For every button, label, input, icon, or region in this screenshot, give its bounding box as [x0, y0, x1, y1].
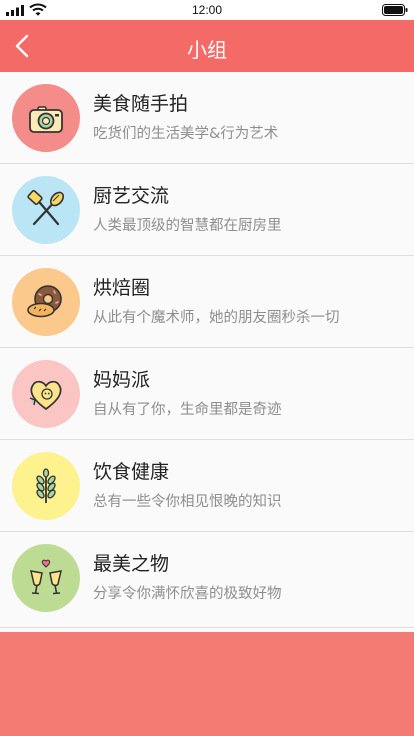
wheat-icon — [36, 468, 56, 503]
cheers-glasses-icon — [30, 559, 62, 595]
group-name: 美食随手拍 — [93, 93, 189, 115]
group-name: 最美之物 — [93, 553, 170, 575]
nav-bar: 小组 — [0, 20, 414, 72]
avatar — [12, 176, 80, 244]
group-description: 吃货们的生活美学&行为艺术 — [93, 126, 279, 142]
avatar — [12, 452, 80, 520]
group-description: 分享令你满怀欣喜的极致好物 — [93, 586, 282, 602]
spatula-whisk-icon — [27, 190, 65, 226]
donut-bread-icon — [27, 285, 62, 318]
list-item-food-photo[interactable]: 美食随手拍 吃货们的生活美学&行为艺术 — [0, 72, 414, 164]
group-description: 从此有个魔术师，她的朋友圈秒杀一切 — [93, 310, 340, 326]
list-item-cooking-exchange[interactable]: 厨艺交流 人类最顶级的智慧都在厨房里 — [0, 164, 414, 256]
camera-icon — [29, 106, 63, 133]
status-time: 12:00 — [191, 3, 223, 17]
page-title: 小组 — [187, 38, 227, 62]
group-description: 自从有了你，生命里都是奇迹 — [93, 402, 282, 418]
battery-icon — [382, 4, 408, 16]
group-name: 妈妈派 — [93, 369, 151, 391]
group-name: 烘焙圈 — [93, 277, 151, 299]
avatar — [12, 544, 80, 612]
group-list: 美食随手拍 吃货们的生活美学&行为艺术 厨艺交流 人类最顶级的智慧都在厨房里 烘… — [0, 72, 414, 632]
group-description: 人类最顶级的智慧都在厨房里 — [93, 218, 282, 234]
avatar — [12, 84, 80, 152]
list-item-healthy-diet[interactable]: 饮食健康 总有一些令你相见恨晚的知识 — [0, 440, 414, 532]
list-item-mom-group[interactable]: 妈妈派 自从有了你，生命里都是奇迹 — [0, 348, 414, 440]
heart-baby-icon — [29, 380, 62, 411]
list-item-best-things[interactable]: 最美之物 分享令你满怀欣喜的极致好物 — [0, 532, 414, 628]
group-description: 总有一些令你相见恨晚的知识 — [93, 494, 282, 510]
group-name: 厨艺交流 — [93, 185, 170, 207]
avatar — [12, 268, 80, 336]
avatar — [12, 360, 80, 428]
list-item-baking-circle[interactable]: 烘焙圈 从此有个魔术师，她的朋友圈秒杀一切 — [0, 256, 414, 348]
status-bar: 12:00 — [0, 0, 414, 20]
group-name: 饮食健康 — [93, 461, 170, 483]
